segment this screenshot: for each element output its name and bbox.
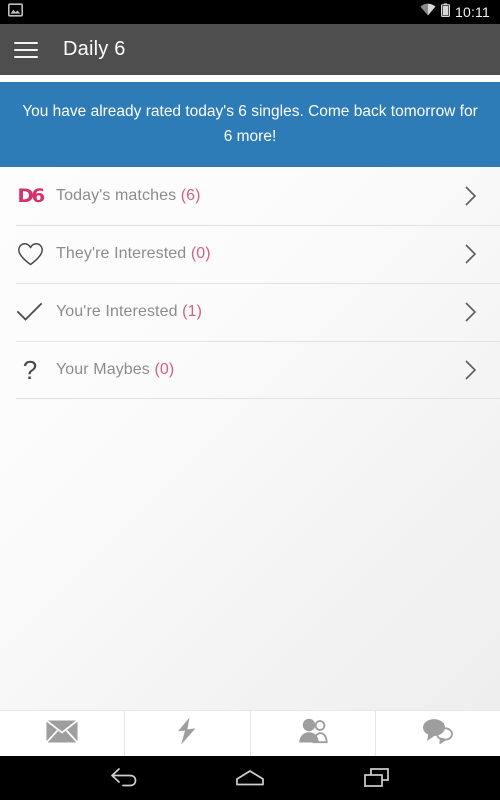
list-item-label: They're Interested (0) xyxy=(56,245,211,263)
d6-logo-icon: D6 xyxy=(0,184,56,207)
list-item-title: Your Maybes xyxy=(56,361,150,378)
list-item-todays-matches[interactable]: D6 Today's matches (6) xyxy=(0,167,500,225)
battery-icon xyxy=(441,2,451,22)
heart-outline-icon xyxy=(0,242,56,267)
list-item-title: Today's matches xyxy=(56,187,177,204)
back-icon[interactable] xyxy=(102,763,144,793)
check-icon xyxy=(0,301,56,323)
hamburger-line xyxy=(14,55,38,58)
category-list: D6 Today's matches (6) They're Intereste… xyxy=(0,167,500,399)
lightning-bolt-icon xyxy=(176,717,198,750)
status-bar-clock: 10:11 xyxy=(455,4,490,20)
app-screen: 10:11 Daily 6 You have already rated tod… xyxy=(0,0,500,800)
list-item-label: Today's matches (6) xyxy=(56,187,201,205)
hamburger-line xyxy=(14,48,38,51)
status-bar-left xyxy=(8,2,23,22)
question-mark-glyph: ? xyxy=(22,355,38,385)
chevron-right-icon xyxy=(456,301,484,323)
chevron-right-icon xyxy=(456,243,484,265)
main-content: D6 Today's matches (6) They're Intereste… xyxy=(0,167,500,710)
hamburger-menu-icon[interactable] xyxy=(14,37,40,63)
recents-icon[interactable] xyxy=(356,763,398,793)
list-item-title: You're Interested xyxy=(56,303,178,320)
tab-people[interactable] xyxy=(251,711,376,756)
page-title: Daily 6 xyxy=(63,38,126,60)
list-item-count: (6) xyxy=(180,187,201,204)
list-item-youre-interested[interactable]: You're Interested (1) xyxy=(0,283,500,341)
home-icon[interactable] xyxy=(229,763,271,793)
app-bar-shadow-gap xyxy=(0,75,500,82)
list-item-count: (1) xyxy=(182,303,202,320)
list-item-theyre-interested[interactable]: They're Interested (0) xyxy=(0,225,500,283)
chevron-right-icon xyxy=(456,359,484,381)
list-item-title: They're Interested xyxy=(56,245,187,262)
chat-bubbles-icon xyxy=(422,718,454,749)
tab-lightning[interactable] xyxy=(125,711,251,756)
wifi-icon xyxy=(420,3,436,21)
list-item-label: You're Interested (1) xyxy=(56,303,202,321)
list-item-your-maybes[interactable]: ? Your Maybes (0) xyxy=(0,341,500,399)
question-mark-icon: ? xyxy=(0,357,56,383)
status-banner: You have already rated today's 6 singles… xyxy=(0,82,500,167)
d6-logo-text: D6 xyxy=(17,184,45,207)
status-bar: 10:11 xyxy=(0,0,500,24)
list-item-count: (0) xyxy=(190,245,211,262)
hamburger-line xyxy=(14,41,38,44)
tab-mail[interactable] xyxy=(0,711,126,756)
tab-chat[interactable] xyxy=(376,711,500,756)
people-group-icon xyxy=(298,718,328,749)
list-item-count: (0) xyxy=(154,361,175,378)
status-bar-right: 10:11 xyxy=(420,2,492,22)
app-bar: Daily 6 xyxy=(0,24,500,75)
image-icon xyxy=(8,2,23,22)
list-item-label: Your Maybes (0) xyxy=(56,361,174,379)
chevron-right-icon xyxy=(456,185,484,207)
mail-envelope-icon xyxy=(45,719,79,748)
bottom-tab-bar xyxy=(0,710,500,756)
android-navigation-bar xyxy=(0,756,500,800)
